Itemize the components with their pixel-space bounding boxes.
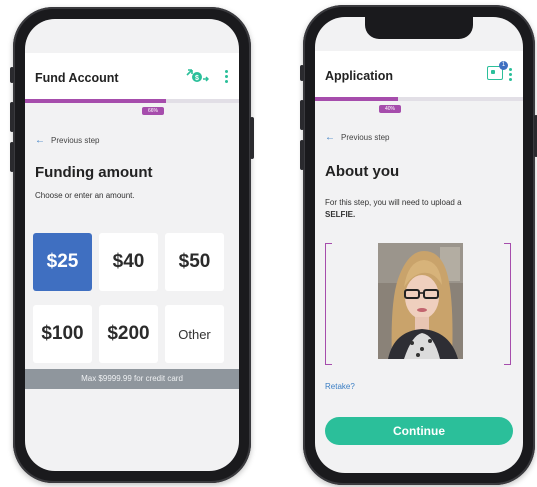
continue-button[interactable]: Continue — [325, 417, 513, 445]
amount-option-100[interactable]: $100 — [33, 305, 92, 363]
section-subtitle: Choose or enter an amount. — [35, 191, 135, 200]
back-arrow-icon: ← — [325, 132, 335, 143]
phone-right: Application 1 40% ← Previous step About y… — [300, 5, 537, 485]
notification-badge: 1 — [499, 61, 508, 70]
previous-step-label: Previous step — [51, 136, 100, 145]
svg-text:$: $ — [195, 75, 199, 82]
app-bar: Application 1 — [315, 51, 523, 97]
instruction-body: For this step, you will need to upload a — [325, 198, 462, 207]
progress-fill — [315, 97, 399, 101]
notification-icon[interactable]: 1 — [487, 61, 508, 80]
volume-down-button — [300, 140, 304, 170]
max-amount-note: Max $9999.99 for credit card — [25, 369, 239, 389]
phone-left: Fund Account $ 66% ← Previous step Fundin… — [10, 7, 254, 483]
selfie-photo — [378, 243, 463, 359]
retake-link[interactable]: Retake? — [325, 382, 355, 391]
section-heading: Funding amount — [35, 164, 153, 181]
amount-option-40[interactable]: $40 — [99, 233, 158, 291]
previous-step-label: Previous step — [341, 133, 390, 142]
application-screen: Application 1 40% ← Previous step About y… — [315, 17, 523, 473]
volume-up-button — [10, 102, 14, 132]
instruction-text: For this step, you will need to upload a… — [325, 197, 513, 221]
previous-step-link[interactable]: ← Previous step — [35, 135, 99, 146]
more-options-icon[interactable] — [509, 68, 513, 83]
frame-bracket-left — [325, 243, 332, 365]
volume-down-button — [10, 142, 14, 172]
amount-option-200[interactable]: $200 — [99, 305, 158, 363]
section-heading: About you — [325, 163, 400, 180]
mute-switch — [10, 67, 14, 83]
progress-bar — [315, 97, 523, 101]
page-title: Application — [325, 69, 394, 83]
instruction-emphasis: SELFIE. — [325, 210, 356, 219]
amount-option-25[interactable]: $25 — [33, 233, 92, 291]
mute-switch — [300, 65, 304, 81]
amount-option-other[interactable]: Other — [165, 305, 224, 363]
phone-notch — [365, 17, 473, 39]
add-funds-icon[interactable]: $ — [185, 67, 209, 85]
power-button — [250, 117, 254, 159]
previous-step-link[interactable]: ← Previous step — [325, 132, 389, 143]
amount-option-50[interactable]: $50 — [165, 233, 224, 291]
progress-badge: 66% — [142, 107, 164, 115]
progress-bar — [25, 99, 239, 103]
volume-up-button — [300, 100, 304, 130]
selfie-frame — [325, 243, 511, 365]
progress-fill — [25, 99, 167, 103]
frame-bracket-right — [504, 243, 511, 365]
more-options-icon[interactable] — [225, 70, 229, 85]
app-bar: Fund Account $ — [25, 53, 239, 99]
progress-badge: 40% — [379, 105, 401, 113]
fund-account-screen: Fund Account $ 66% ← Previous step Fundin… — [25, 19, 239, 471]
page-title: Fund Account — [35, 71, 119, 85]
back-arrow-icon: ← — [35, 135, 45, 146]
